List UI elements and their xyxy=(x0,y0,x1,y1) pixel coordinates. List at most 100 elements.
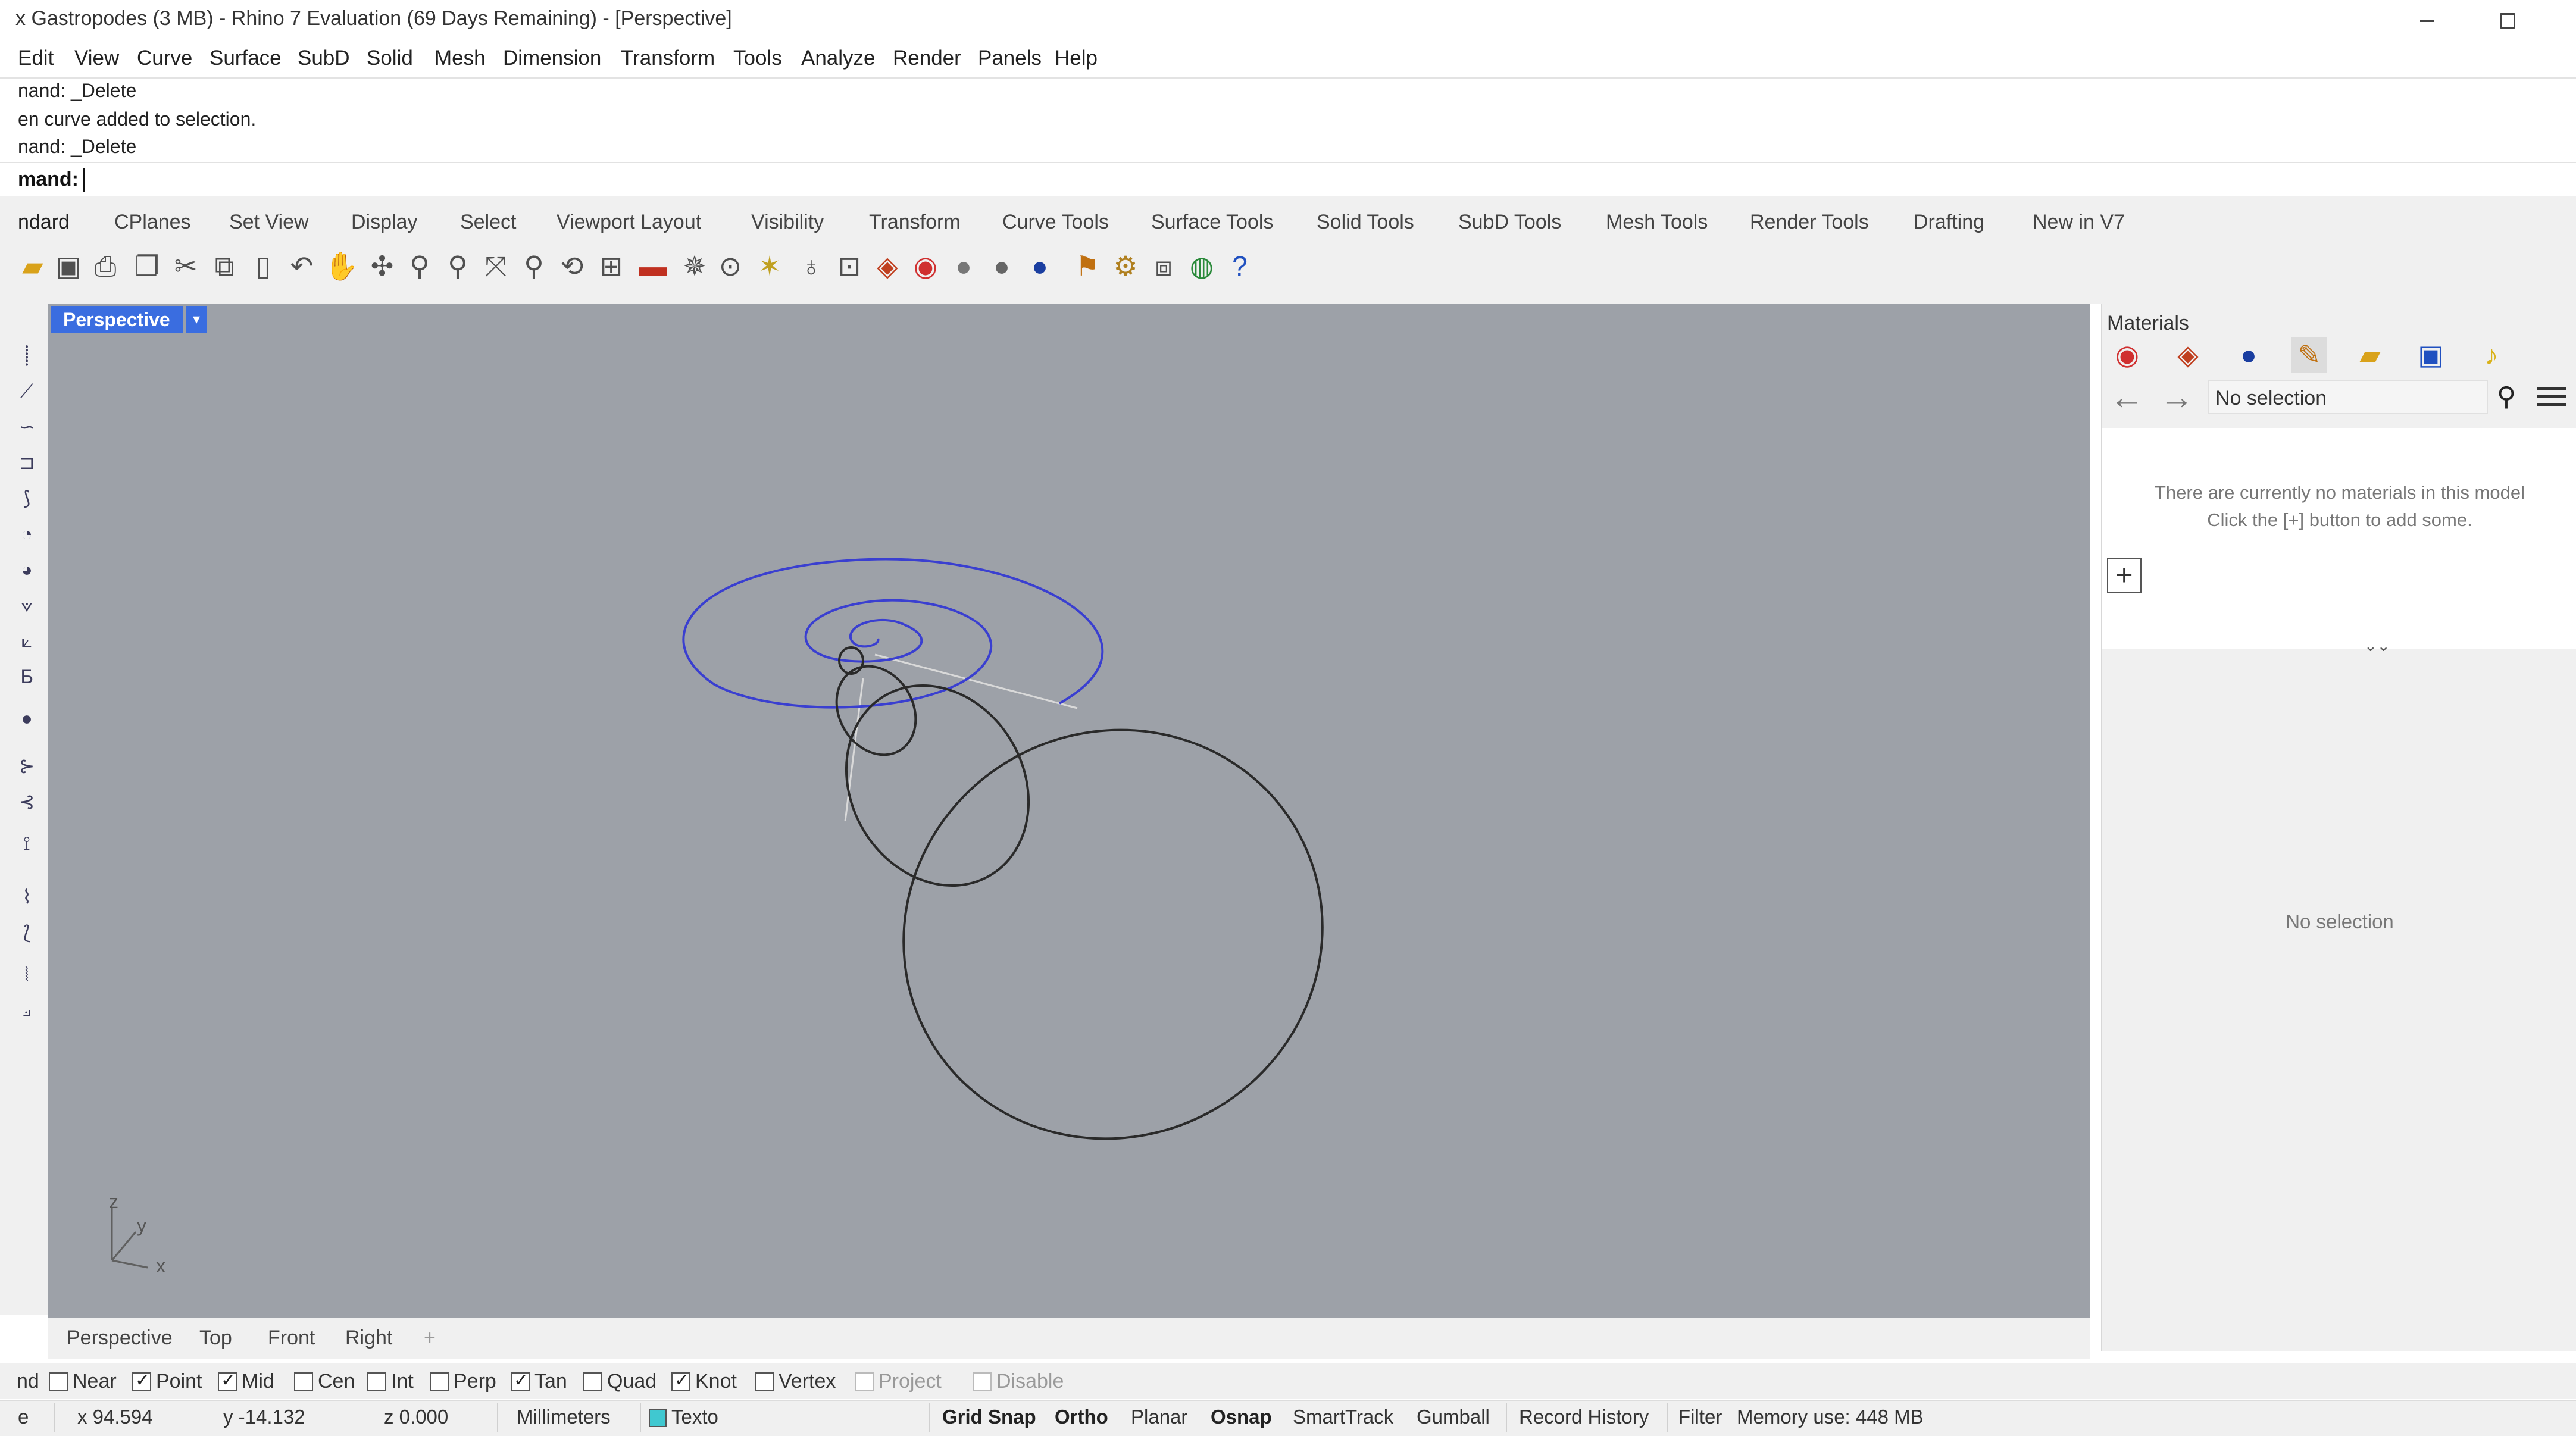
paste-icon[interactable]: ▯ xyxy=(247,250,279,282)
add-material-button[interactable]: + xyxy=(2107,558,2142,593)
shaded-sphere-icon[interactable]: ● xyxy=(948,250,980,282)
menu-view[interactable]: View xyxy=(74,46,119,70)
osnap-quad[interactable]: Quad xyxy=(583,1370,656,1393)
menu-dimension[interactable]: Dimension xyxy=(503,46,601,70)
osnap-toggle[interactable]: Osnap xyxy=(1211,1406,1272,1428)
lights-icon[interactable]: ✶ xyxy=(754,250,786,282)
open-icon[interactable]: ▰ xyxy=(17,250,49,282)
osnap-mid[interactable]: Mid xyxy=(218,1370,274,1393)
zoom-window-icon[interactable]: ⚲ xyxy=(442,250,474,282)
menu-curve[interactable]: Curve xyxy=(137,46,192,70)
checkbox-perp[interactable] xyxy=(430,1372,449,1391)
status-units[interactable]: Millimeters xyxy=(517,1406,611,1428)
render-sphere-icon[interactable]: ● xyxy=(1024,250,1056,282)
tab-perspective[interactable]: Perspective xyxy=(67,1326,173,1350)
forward-arrow-icon[interactable]: → xyxy=(2159,380,2194,415)
menu-icon[interactable] xyxy=(2537,387,2566,408)
zoom-icon[interactable]: ⚲ xyxy=(404,250,436,282)
zoom-extents-icon[interactable]: ⤧ xyxy=(480,250,512,282)
checkbox-cen[interactable] xyxy=(294,1372,313,1391)
restore-button[interactable] xyxy=(2488,4,2524,37)
cut-icon[interactable]: ✂ xyxy=(170,250,202,282)
chevron-down-icon[interactable]: ▾ xyxy=(186,306,207,333)
print-icon[interactable]: ⎙ xyxy=(89,250,121,282)
move-icon[interactable]: ✣ xyxy=(366,250,398,282)
menu-transform[interactable]: Transform xyxy=(621,46,715,70)
menu-subd[interactable]: SubD xyxy=(298,46,350,70)
back-arrow-icon[interactable]: ← xyxy=(2109,380,2144,415)
menu-panels[interactable]: Panels xyxy=(978,46,1042,70)
options-icon[interactable]: ⚑ xyxy=(1071,250,1103,282)
environment-icon[interactable]: ● xyxy=(2231,337,2266,373)
osnap-point[interactable]: Point xyxy=(132,1370,202,1393)
material-icon[interactable]: ◈ xyxy=(2170,337,2206,373)
osnap-perp[interactable]: Perp xyxy=(430,1370,496,1393)
arc-icon[interactable]: ⟆ xyxy=(17,488,37,508)
polygon-icon[interactable]: ⟇ xyxy=(17,595,37,615)
snap-icon[interactable]: ⊙ xyxy=(714,250,746,282)
text-icon[interactable]: ⟀ xyxy=(17,631,37,651)
tab-curve-tools[interactable]: Curve Tools xyxy=(1002,211,1109,234)
texture-icon[interactable]: ✎ xyxy=(2291,337,2327,373)
viewport-canvas[interactable]: z y x xyxy=(48,304,2090,1318)
boolean-icon[interactable]: ⦚ xyxy=(17,964,37,984)
lock-icon[interactable]: ⊡ xyxy=(833,250,865,282)
tab-cplanes[interactable]: CPlanes xyxy=(114,211,191,234)
osnap-tan[interactable]: Tan xyxy=(511,1370,567,1393)
bulb-icon[interactable]: ♁ xyxy=(795,250,827,282)
help-icon[interactable]: ? xyxy=(1224,250,1256,282)
smarttrack-toggle[interactable]: SmartTrack xyxy=(1293,1406,1393,1428)
cplane-icon[interactable]: ▬ xyxy=(637,250,669,282)
record-history-toggle[interactable]: Record History xyxy=(1519,1406,1649,1428)
point-icon[interactable]: ⸽ xyxy=(17,345,37,365)
mesh-icon[interactable]: ⟓ xyxy=(17,1000,37,1020)
checkbox-point[interactable] xyxy=(132,1370,151,1391)
tab-mesh-tools[interactable]: Mesh Tools xyxy=(1606,211,1708,234)
material-icon[interactable]: ◈ xyxy=(871,250,904,282)
osnap-cen[interactable]: Cen xyxy=(294,1370,355,1393)
fillet-icon[interactable]: Ƃ xyxy=(17,667,37,687)
save-icon[interactable]: ▣ xyxy=(52,250,85,282)
minimize-button[interactable] xyxy=(2409,4,2445,37)
ellipse-icon[interactable]: ◕ xyxy=(17,559,37,580)
material-breadcrumb[interactable]: No selection xyxy=(2208,380,2488,414)
tab-transform[interactable]: Transform xyxy=(869,211,961,234)
osnap-disable[interactable]: Disable xyxy=(973,1370,1064,1393)
checkbox-disable[interactable] xyxy=(973,1372,992,1391)
menu-render[interactable]: Render xyxy=(893,46,961,70)
sweep-icon[interactable]: ⟟ xyxy=(17,833,37,853)
checkbox-vertex[interactable] xyxy=(755,1372,774,1391)
add-viewport-icon[interactable]: + xyxy=(424,1326,436,1350)
menu-solid[interactable]: Solid xyxy=(367,46,413,70)
rectangle-icon[interactable]: ⊐ xyxy=(17,452,37,473)
checkbox-knot[interactable] xyxy=(671,1370,690,1391)
polyline-icon[interactable]: ⟋ xyxy=(17,381,37,401)
copy-icon[interactable]: ⧉ xyxy=(208,250,240,282)
rotate-view-icon[interactable]: ⟲ xyxy=(556,250,588,282)
menu-help[interactable]: Help xyxy=(1055,46,1098,70)
menu-mesh[interactable]: Mesh xyxy=(434,46,486,70)
object-properties-icon[interactable]: ✵ xyxy=(679,250,711,282)
status-layer[interactable]: Texto xyxy=(649,1406,718,1428)
tab-solid-tools[interactable]: Solid Tools xyxy=(1317,211,1414,234)
tab-new-in-v7[interactable]: New in V7 xyxy=(2033,211,2125,234)
pan-icon[interactable]: ✋ xyxy=(324,250,358,282)
small-ellipse-curve[interactable] xyxy=(821,652,931,769)
large-ellipse-curve[interactable] xyxy=(831,656,1395,1212)
osnap-vertex[interactable]: Vertex xyxy=(755,1370,836,1393)
search-icon[interactable]: ⚲ xyxy=(2489,380,2524,414)
tab-drafting[interactable]: Drafting xyxy=(1914,211,1984,234)
osnap-project[interactable]: Project xyxy=(855,1370,942,1393)
menu-analyze[interactable]: Analyze xyxy=(801,46,876,70)
bell-icon[interactable]: ♪ xyxy=(2474,337,2509,373)
tab-visibility[interactable]: Visibility xyxy=(751,211,824,234)
tab-set-view[interactable]: Set View xyxy=(229,211,309,234)
osnap-near[interactable]: Near xyxy=(49,1370,117,1393)
undo-icon[interactable]: ↶ xyxy=(286,250,318,282)
four-viewports-icon[interactable]: ⊞ xyxy=(595,250,627,282)
checkbox-int[interactable] xyxy=(367,1372,386,1391)
menu-edit[interactable]: Edit xyxy=(18,46,54,70)
extrude-icon[interactable]: ⊱ xyxy=(17,756,37,776)
link-icon[interactable]: ⧈ xyxy=(1148,250,1180,282)
osnap-knot[interactable]: Knot xyxy=(671,1370,737,1393)
